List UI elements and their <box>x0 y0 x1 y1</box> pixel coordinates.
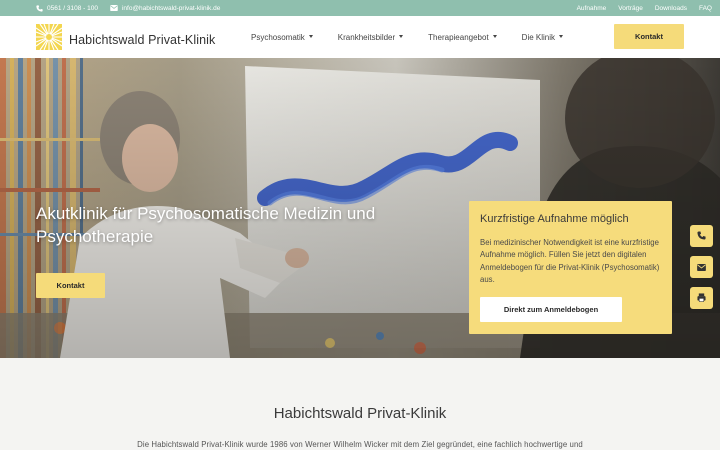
admission-card: Kurzfristige Aufnahme möglich Bei medizi… <box>469 201 672 334</box>
top-bar: 0561 / 3108 - 100 info@habichtswald-priv… <box>0 0 720 16</box>
main-nav: Psychosomatik Krankheitsbilder Therapiea… <box>251 16 588 58</box>
top-contact: 0561 / 3108 - 100 info@habichtswald-priv… <box>36 0 220 16</box>
registration-form-button[interactable]: Direkt zum Anmeldebogen <box>480 297 622 322</box>
nav-label: Therapieangebot <box>428 32 489 42</box>
phone-number: 0561 / 3108 - 100 <box>47 4 98 12</box>
logo-text: Habichtswald Privat-Klinik <box>69 32 216 47</box>
phone-icon <box>697 227 706 245</box>
top-links: Aufnahme Vorträge Downloads FAQ <box>577 0 712 16</box>
top-link-aufnahme[interactable]: Aufnahme <box>577 5 607 12</box>
nav-therapieangebot[interactable]: Therapieangebot <box>428 33 497 42</box>
intro-text: Die Habichtswald Privat-Klinik wurde 198… <box>137 440 583 449</box>
caret-down-icon <box>559 35 564 38</box>
caret-down-icon <box>399 35 404 38</box>
top-link-faq[interactable]: FAQ <box>699 5 712 12</box>
phone-icon <box>36 4 43 12</box>
site-header: Habichtswald Privat-Klinik Psychosomatik… <box>0 16 720 58</box>
top-link-vortraege[interactable]: Vorträge <box>618 5 643 12</box>
intro-title: Habichtswald Privat-Klinik <box>273 405 447 422</box>
hero-section: Akutklinik für Psychosomatische Medizin … <box>0 58 720 358</box>
sun-rays-logo-icon <box>35 23 63 55</box>
top-link-downloads[interactable]: Downloads <box>655 5 687 12</box>
card-title: Kurzfristige Aufnahme möglich <box>480 213 629 225</box>
mail-icon <box>110 5 118 11</box>
hero-title: Akutklinik für Psychosomatische Medizin … <box>36 204 376 246</box>
nav-label: Krankheitsbilder <box>337 32 396 42</box>
nav-krankheitsbilder[interactable]: Krankheitsbilder <box>337 32 404 42</box>
nav-label: Die Klinik <box>521 32 556 42</box>
fax-icon <box>697 289 706 307</box>
nav-label: Psychosomatik <box>251 32 305 42</box>
header-contact-button[interactable]: Kontakt <box>614 24 684 49</box>
top-phone[interactable]: 0561 / 3108 - 100 <box>36 5 98 12</box>
side-mail-button[interactable] <box>690 256 713 278</box>
mail-icon <box>697 258 706 276</box>
hero-contact-button[interactable]: Kontakt <box>36 273 105 298</box>
side-phone-button[interactable] <box>690 225 713 247</box>
caret-down-icon <box>308 35 313 38</box>
nav-psychosomatik[interactable]: Psychosomatik <box>251 33 313 42</box>
card-text: Bei medizinischer Notwendigkeit ist eine… <box>480 238 660 284</box>
top-email[interactable]: info@habichtswald-privat-klinik.de <box>110 5 220 12</box>
caret-down-icon <box>492 35 497 38</box>
nav-die-klinik[interactable]: Die Klinik <box>521 32 564 42</box>
site-logo[interactable]: Habichtswald Privat-Klinik <box>35 23 216 55</box>
email-address: info@habichtswald-privat-klinik.de <box>121 4 221 12</box>
side-fax-button[interactable] <box>690 287 713 309</box>
